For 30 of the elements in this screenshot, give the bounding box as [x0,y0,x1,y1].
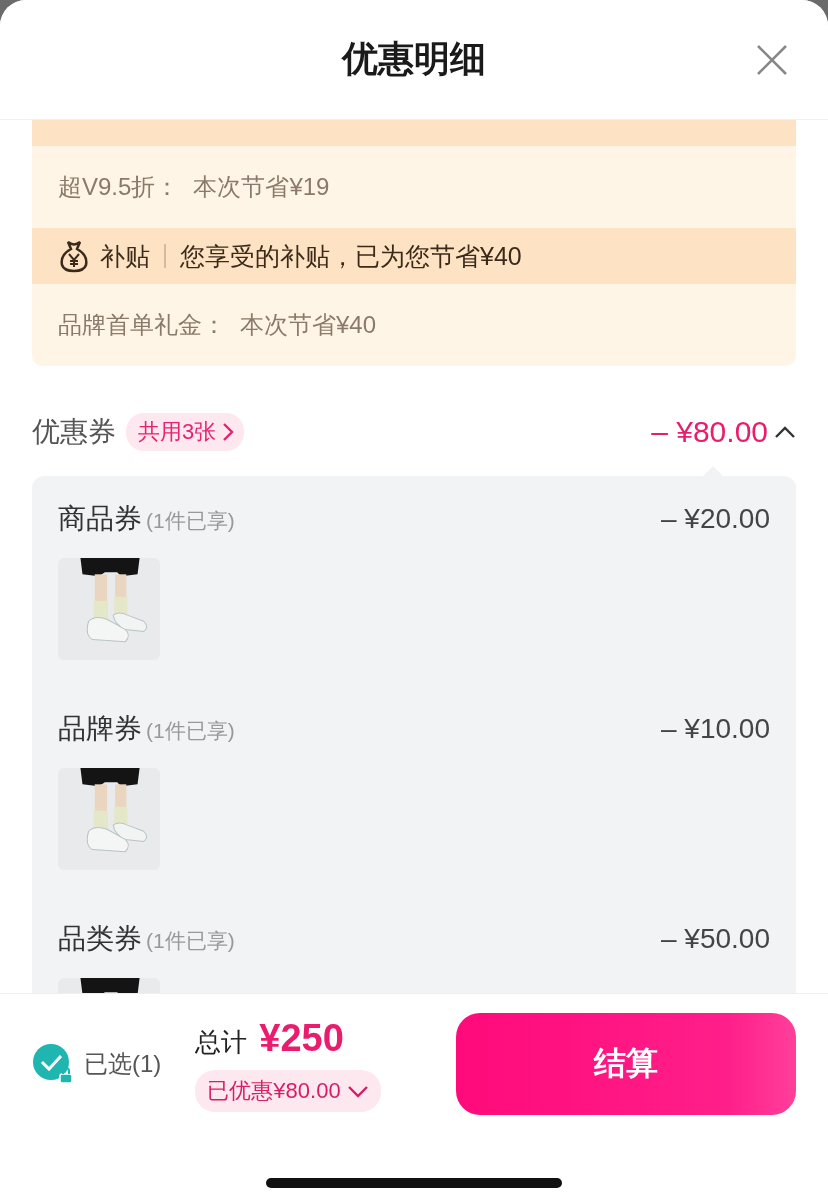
coupon-note: (1件已享) [146,718,235,744]
close-icon[interactable] [756,44,788,76]
caret-icon [774,425,796,439]
detail-value: 本次节省¥40 [240,310,377,340]
coupon-total: – ¥80.00 [651,415,768,449]
detail-value: 本次节省¥19 [193,172,330,202]
caret-icon [346,1083,369,1098]
coupon-name: 商品券 [58,502,142,536]
coupon-note: (1件已享) [146,928,235,954]
total-label: 总计 [195,1025,248,1059]
chevron-right-icon [222,422,235,442]
detail-label: 超V9.5折： [58,172,180,202]
benefit-tag: 补贴 [100,239,150,273]
selected-count: 已选(1) [84,1049,162,1079]
total-price: ¥250 [259,1016,344,1060]
coupon-amount: – ¥50.00 [661,923,770,955]
coupon-name: 品牌券 [58,712,142,746]
coupon-note: (1件已享) [146,508,235,534]
coupon-count-badge[interactable]: 共用3张 [126,413,245,451]
coupon-name: 品类券 [58,922,142,956]
coupon-amount: – ¥10.00 [661,713,770,745]
checked-lock-icon[interactable] [32,1043,74,1085]
coupon-label: 优惠券 [32,415,116,449]
detail-label: 品牌首单礼金： [58,310,226,340]
discount-button[interactable]: 已优惠¥80.00 [195,1069,381,1112]
checkout-button[interactable]: 结算 [456,1013,796,1115]
sheet-title: 优惠明细 [342,37,486,81]
money-bag-icon [58,239,90,273]
benefit-summary: 您享受的补贴，已为您节省¥40 [180,240,522,272]
coupon-amount: – ¥20.00 [661,503,770,535]
